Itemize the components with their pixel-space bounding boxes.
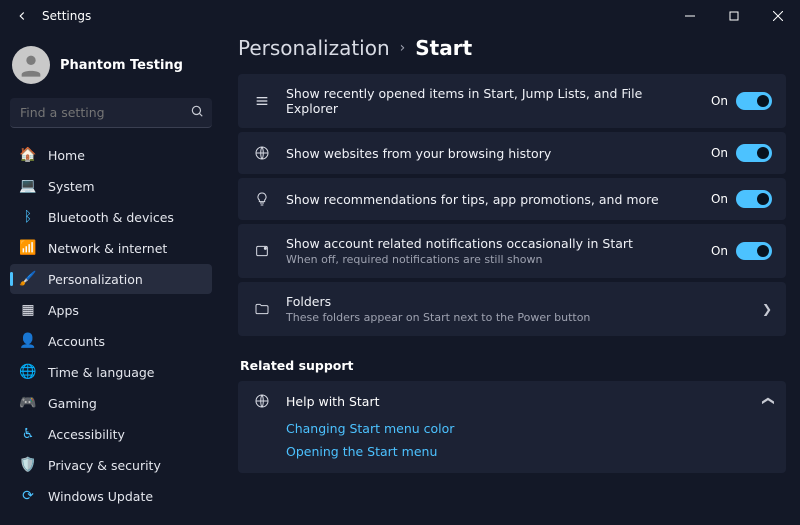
breadcrumb-parent[interactable]: Personalization	[238, 36, 390, 60]
sidebar-item-bluetooth[interactable]: ᛒ Bluetooth & devices	[10, 202, 212, 232]
back-button[interactable]	[6, 9, 38, 23]
setting-account-notifications[interactable]: Show account related notifications occas…	[238, 224, 786, 278]
shield-icon: 🛡️	[20, 457, 36, 473]
system-icon: 💻	[20, 178, 36, 194]
lightbulb-icon	[252, 191, 272, 207]
avatar	[12, 46, 50, 84]
sidebar-item-apps[interactable]: ▦ Apps	[10, 295, 212, 325]
support-link[interactable]: Opening the Start menu	[286, 444, 772, 459]
sidebar-item-label: Accounts	[48, 334, 105, 349]
sidebar-item-label: Personalization	[48, 272, 143, 287]
search-icon	[190, 104, 204, 118]
list-icon	[252, 93, 272, 109]
support-link[interactable]: Changing Start menu color	[286, 421, 772, 436]
title-bar: Settings	[0, 0, 800, 32]
toggle-switch[interactable]	[736, 144, 772, 162]
sidebar-item-label: Apps	[48, 303, 79, 318]
clock-icon: 🌐	[20, 364, 36, 380]
setting-title: Show recently opened items in Start, Jum…	[286, 86, 697, 116]
bluetooth-icon: ᛒ	[20, 209, 36, 225]
search-box[interactable]	[10, 98, 212, 128]
sidebar-item-label: Accessibility	[48, 427, 125, 442]
chevron-up-icon[interactable]: ❯	[760, 396, 774, 406]
globe-icon	[252, 393, 272, 409]
sidebar-item-home[interactable]: 🏠 Home	[10, 140, 212, 170]
sidebar-item-update[interactable]: ⟳ Windows Update	[10, 481, 212, 511]
globe-icon	[252, 145, 272, 161]
update-icon: ⟳	[20, 488, 36, 504]
toggle-switch[interactable]	[736, 190, 772, 208]
setting-title: Folders	[286, 294, 748, 309]
sidebar-item-label: Home	[48, 148, 85, 163]
sidebar-item-label: Time & language	[48, 365, 154, 380]
setting-title: Show recommendations for tips, app promo…	[286, 192, 697, 207]
sidebar-item-time[interactable]: 🌐 Time & language	[10, 357, 212, 387]
support-title: Help with Start	[286, 394, 748, 409]
toggle-switch[interactable]	[736, 242, 772, 260]
toggle-state: On	[711, 244, 728, 258]
sidebar-item-accounts[interactable]: 👤 Accounts	[10, 326, 212, 356]
sidebar-item-gaming[interactable]: 🎮 Gaming	[10, 388, 212, 418]
setting-title: Show account related notifications occas…	[286, 236, 697, 251]
sidebar-item-label: Network & internet	[48, 241, 167, 256]
toggle-state: On	[711, 94, 728, 108]
sidebar-item-label: Windows Update	[48, 489, 153, 504]
grid-icon: ▦	[20, 302, 36, 318]
page-title: Start	[415, 36, 472, 60]
sidebar-item-label: Gaming	[48, 396, 97, 411]
setting-title: Show websites from your browsing history	[286, 146, 697, 161]
toggle-switch[interactable]	[736, 92, 772, 110]
person-icon: 👤	[20, 333, 36, 349]
wifi-icon: 📶	[20, 240, 36, 256]
sidebar: Phantom Testing 🏠 Home 💻 System ᛒ Bluetooth…	[0, 32, 218, 525]
setting-recommendations[interactable]: Show recommendations for tips, app promo…	[238, 178, 786, 220]
main-content: Personalization › Start Show recently op…	[218, 32, 800, 525]
gamepad-icon: 🎮	[20, 395, 36, 411]
maximize-button[interactable]	[712, 0, 756, 32]
setting-folders[interactable]: Folders These folders appear on Start ne…	[238, 282, 786, 336]
toggle-state: On	[711, 192, 728, 206]
chevron-right-icon: ❯	[762, 302, 772, 316]
breadcrumb: Personalization › Start	[238, 34, 786, 74]
brush-icon: 🖌️	[20, 271, 36, 287]
setting-subtitle: When off, required notifications are sti…	[286, 253, 697, 266]
chevron-right-icon: ›	[400, 40, 406, 56]
sidebar-item-label: Privacy & security	[48, 458, 161, 473]
sidebar-item-system[interactable]: 💻 System	[10, 171, 212, 201]
accessibility-icon: ♿	[20, 426, 36, 442]
minimize-button[interactable]	[668, 0, 712, 32]
search-input[interactable]	[10, 98, 212, 128]
folder-icon	[252, 301, 272, 317]
related-support-heading: Related support	[238, 340, 786, 381]
sidebar-item-personalization[interactable]: 🖌️ Personalization	[10, 264, 212, 294]
window-title: Settings	[38, 9, 668, 23]
toggle-state: On	[711, 146, 728, 160]
close-button[interactable]	[756, 0, 800, 32]
setting-subtitle: These folders appear on Start next to th…	[286, 311, 748, 324]
sidebar-item-network[interactable]: 📶 Network & internet	[10, 233, 212, 263]
user-profile[interactable]: Phantom Testing	[10, 38, 212, 98]
sidebar-item-privacy[interactable]: 🛡️ Privacy & security	[10, 450, 212, 480]
user-name: Phantom Testing	[60, 58, 183, 73]
help-with-start-card[interactable]: Help with Start ❯ Changing Start menu co…	[238, 381, 786, 473]
sidebar-item-label: Bluetooth & devices	[48, 210, 174, 225]
window-icon	[252, 243, 272, 259]
sidebar-item-label: System	[48, 179, 95, 194]
setting-recent-items[interactable]: Show recently opened items in Start, Jum…	[238, 74, 786, 128]
setting-websites-history[interactable]: Show websites from your browsing history…	[238, 132, 786, 174]
home-icon: 🏠	[20, 147, 36, 163]
sidebar-item-accessibility[interactable]: ♿ Accessibility	[10, 419, 212, 449]
